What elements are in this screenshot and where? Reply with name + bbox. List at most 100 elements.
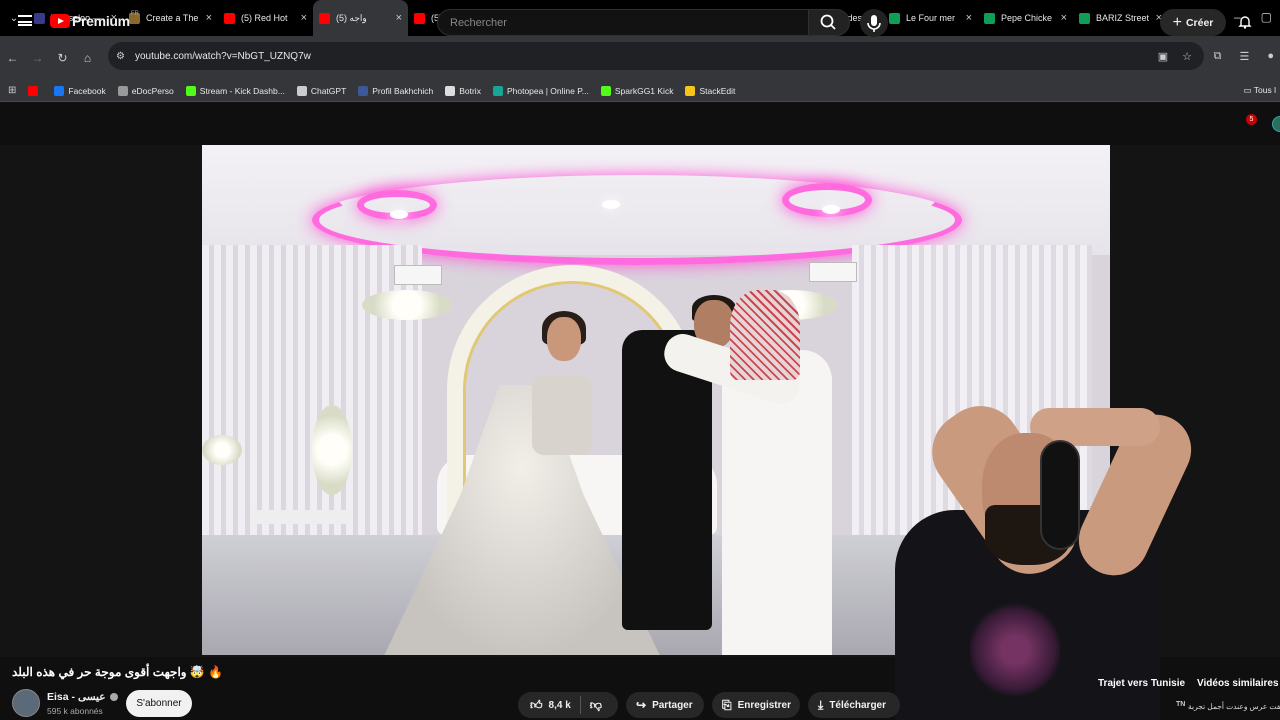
chip-related-1[interactable]: Trajet vers Tunisie: [1098, 674, 1185, 692]
bookmarks-bar: ⊞ Facebook eDocPerso Stream - Kick Dashb..…: [0, 80, 1280, 102]
channel-name[interactable]: Eisa - عيسى: [47, 691, 118, 703]
share-icon: ↪: [636, 698, 647, 712]
bookmark-item[interactable]: eDocPerso: [117, 85, 174, 96]
like-divider: [579, 696, 581, 714]
bookmark-item[interactable]: [28, 85, 42, 96]
video-title: واجهت أقوى موجة حر في هذه البلد 🤯 🔥: [12, 665, 224, 679]
tab-title: Le Four mer: [906, 13, 956, 23]
guest-ghutra: [730, 290, 800, 380]
bookmark-item[interactable]: Profil Bakhchich: [358, 85, 433, 96]
tab-title: Create a The: [146, 13, 199, 23]
extensions-area: ⧉ ☰ ●: [1214, 50, 1274, 63]
bookmark-item[interactable]: SparkGG1 Kick: [600, 85, 674, 96]
ceiling-spot: [822, 205, 840, 214]
create-button[interactable]: + Créer: [1160, 9, 1226, 36]
bookmark-item[interactable]: ChatGPT: [296, 85, 347, 96]
reload-icon[interactable]: ↻: [50, 51, 75, 65]
bookmark-favicon-icon: [185, 85, 196, 96]
forward-icon[interactable]: →: [25, 51, 50, 65]
tab-close-icon[interactable]: ×: [396, 12, 402, 24]
notifications-bell-icon[interactable]: [1238, 15, 1252, 29]
install-icon[interactable]: ▣: [1158, 50, 1168, 63]
bookmark-item[interactable]: Stream - Kick Dashb...: [185, 85, 285, 96]
like-dislike-group: 👍︎ 8,4 k 👎︎: [518, 692, 618, 718]
youtube-header: [0, 103, 1280, 145]
create-label: Créer: [1185, 16, 1214, 29]
channel-name-text: Eisa - عيسى: [47, 691, 106, 703]
all-bookmarks-label: Tous l: [1253, 85, 1276, 95]
voice-search-button[interactable]: [860, 9, 888, 37]
tab-title: Pepe Chicke: [1001, 13, 1053, 23]
address-bar[interactable]: ⚙ youtube.com/watch?v=NbGT_UZNQ7w ▣ ☆: [108, 42, 1204, 70]
bookmark-label: Stream - Kick Dashb...: [199, 85, 285, 96]
side-table: [250, 510, 352, 524]
profile-icon[interactable]: ●: [1267, 50, 1274, 63]
tab-favicon-icon: [414, 12, 425, 24]
bookmark-label: Photopea | Online P...: [506, 85, 589, 96]
channel-avatar[interactable]: [12, 689, 40, 717]
bookmark-label: Facebook: [68, 85, 106, 96]
tab-title: BARIZ Street: [1096, 13, 1150, 23]
bookmark-item[interactable]: Photopea | Online P...: [492, 85, 589, 96]
site-info-icon[interactable]: ⚙: [116, 51, 125, 62]
youtube-play-icon: [50, 14, 70, 28]
tab-close-icon[interactable]: ×: [966, 12, 972, 24]
extensions-icon[interactable]: ⧉: [1214, 50, 1222, 63]
browser-tab[interactable]: Le Four mer ×: [883, 0, 978, 36]
browser-tab[interactable]: (5) واجه ×: [313, 0, 408, 36]
reading-list-icon[interactable]: ☰: [1239, 50, 1249, 63]
bookmark-item[interactable]: Botrix: [445, 85, 481, 96]
thumbs-up-icon: 👍︎: [530, 697, 543, 712]
tab-close-icon[interactable]: ×: [206, 12, 212, 24]
chip-related-2[interactable]: Vidéos similaires: [1197, 674, 1279, 692]
bookmark-favicon-icon: [54, 85, 65, 96]
download-button[interactable]: ⤓ Télécharger: [808, 692, 900, 718]
air-conditioner: [809, 262, 857, 282]
save-label: Enregistrer: [737, 699, 791, 711]
share-button[interactable]: ↪ Partager: [626, 692, 704, 718]
bookmark-label: ChatGPT: [310, 85, 347, 96]
download-label: Télécharger: [829, 699, 887, 711]
folder-icon: ▭: [1243, 85, 1254, 95]
bookmark-favicon-icon: [492, 85, 503, 96]
dislike-button[interactable]: 👎︎: [590, 698, 602, 713]
notification-count: 5: [1246, 114, 1257, 125]
bride-face: [547, 317, 581, 361]
home-icon[interactable]: ⌂: [75, 51, 100, 65]
tab-close-icon[interactable]: ×: [301, 12, 307, 24]
subscribe-button[interactable]: S'abonner: [126, 690, 192, 717]
bookmark-list: Facebook eDocPerso Stream - Kick Dashb... C…: [28, 85, 747, 96]
back-icon[interactable]: ←: [0, 51, 25, 65]
thumbs-down-icon: 👎︎: [589, 697, 602, 712]
chip-label: Trajet vers Tunisie: [1098, 677, 1186, 689]
bookmark-icon: ⎘: [722, 697, 732, 712]
browser-tab[interactable]: BARIZ Street ×: [1073, 0, 1168, 36]
search-button[interactable]: [808, 9, 850, 36]
bookmark-item[interactable]: Facebook: [54, 85, 106, 96]
maximize-icon[interactable]: ▢: [1261, 10, 1272, 24]
bookmark-item[interactable]: StackEdit: [685, 85, 735, 96]
tab-close-icon[interactable]: ×: [1061, 12, 1067, 24]
all-bookmarks[interactable]: ▭ Tous l: [1244, 85, 1276, 96]
url-text: youtube.com/watch?v=NbGT_UZNQ7w: [134, 50, 311, 62]
bookmark-favicon-icon: [445, 85, 456, 96]
bookmark-favicon-icon: [600, 85, 611, 96]
flower-decoration: [312, 405, 352, 495]
save-button[interactable]: ⎘ Enregistrer: [712, 692, 800, 718]
like-button[interactable]: 👍︎ 8,4 k: [530, 698, 571, 713]
browser-tab[interactable]: Pepe Chicke ×: [978, 0, 1073, 36]
bookmark-favicon-icon: [685, 85, 696, 96]
menu-icon[interactable]: [18, 15, 32, 26]
bookmark-star-icon[interactable]: ☆: [1182, 50, 1192, 63]
bookmark-label: SparkGG1 Kick: [614, 85, 674, 96]
search-input[interactable]: Rechercher: [437, 9, 809, 36]
tab-favicon-icon: [34, 12, 45, 24]
subscriber-count: 595 k abonnés: [47, 706, 103, 716]
apps-icon[interactable]: ⊞: [8, 85, 16, 96]
tab-favicon-icon: [319, 12, 330, 24]
bookmark-favicon-icon: [117, 85, 128, 96]
tab-title: (5) Red Hot: [241, 13, 288, 23]
browser-tab[interactable]: (5) Red Hot ×: [218, 0, 313, 36]
chip-label: Vidéos similaires: [1197, 677, 1279, 689]
youtube-logo[interactable]: Premium FR: [50, 11, 139, 29]
